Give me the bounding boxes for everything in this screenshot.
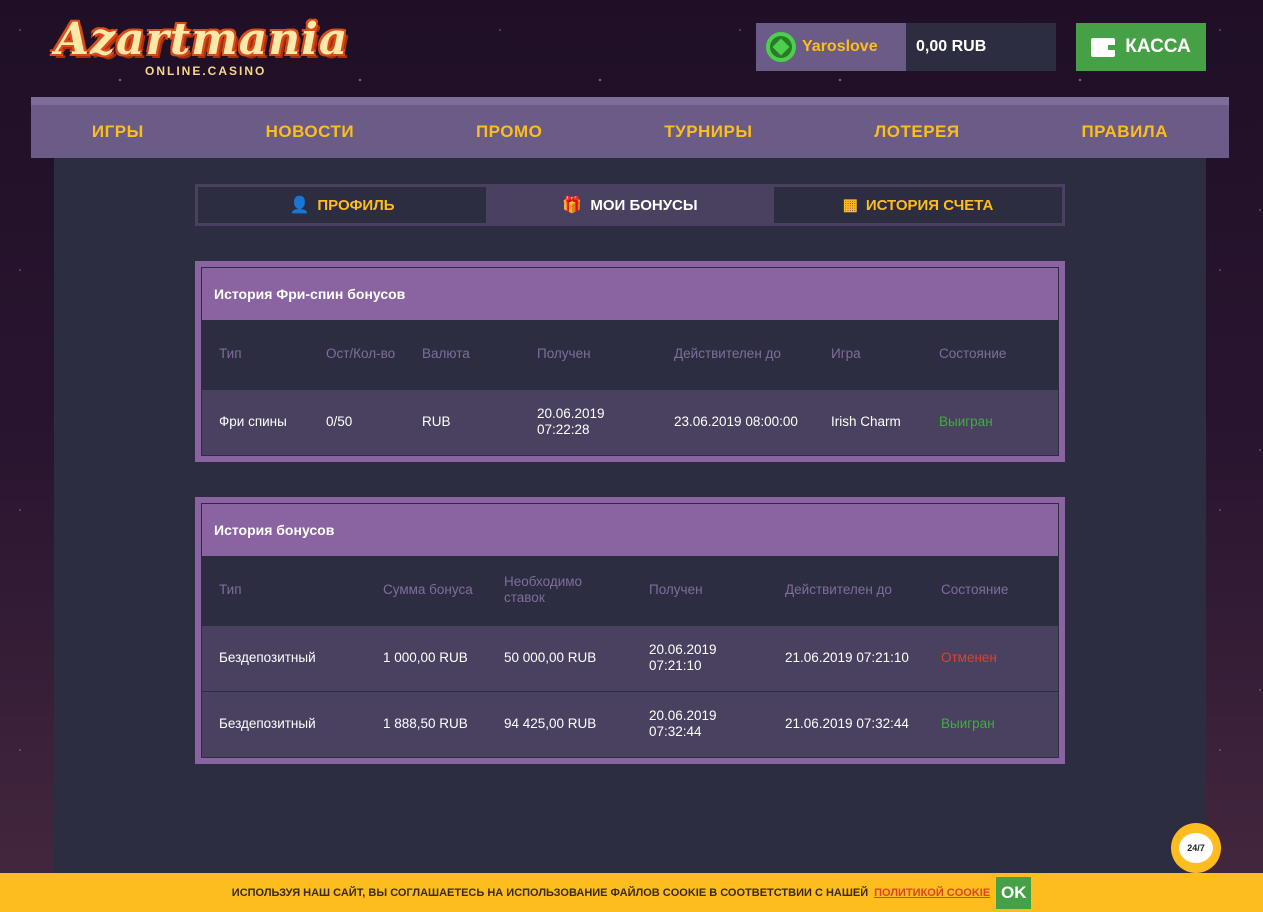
tab-label: МОИ БОНУСЫ (590, 196, 698, 214)
status-cell: Выигран (922, 388, 1058, 455)
table-row: Бездепозитный 1 000,00 RUB 50 000,00 RUB… (202, 624, 1058, 691)
col-header: Тип (202, 556, 366, 625)
kassa-label: КАССА (1125, 36, 1191, 57)
table-row: Бездепозитный 1 888,50 RUB 94 425,00 RUB… (202, 690, 1058, 757)
bonus-table: Тип Сумма бонуса Необходимо ставок Получ… (202, 556, 1058, 757)
tab-label: ПРОФИЛЬ (317, 196, 395, 214)
cell: Irish Charm (814, 388, 922, 455)
cell: 1 000,00 RUB (366, 624, 487, 691)
col-header: Тип (202, 320, 309, 389)
col-header: Состояние (924, 556, 1058, 625)
logo-text: Azartmania (55, 14, 349, 65)
wallet-icon (1091, 37, 1116, 57)
col-header: Состояние (922, 320, 1058, 389)
nav-lottery[interactable]: ЛОТЕРЕЯ (874, 122, 959, 142)
cookie-banner: ИСПОЛЬЗУЯ НАШ САЙТ, ВЫ СОГЛАШАЕТЕСЬ НА И… (0, 873, 1263, 912)
calculator-icon: ▦ (842, 197, 858, 214)
profile-tabs: 👤 ПРОФИЛЬ 🎁 МОИ БОНУСЫ ▦ ИСТОРИЯ СЧЕТА (195, 184, 1065, 226)
status-cell: Отменен (924, 624, 1058, 691)
cell: 50 000,00 RUB (487, 624, 632, 691)
tab-profile[interactable]: 👤 ПРОФИЛЬ (198, 187, 486, 223)
cell: 1 888,50 RUB (366, 690, 487, 757)
cell: 21.06.2019 07:32:44 (768, 690, 924, 757)
col-header: Ост/Кол-во (309, 320, 405, 389)
cell: 21.06.2019 07:21:10 (768, 624, 924, 691)
tab-my-bonuses[interactable]: 🎁 МОИ БОНУСЫ (486, 187, 774, 223)
col-header: Получен (520, 320, 657, 389)
cell: Фри спины (202, 388, 309, 455)
logo[interactable]: Azartmania ONLINE.CASINO (55, 14, 349, 84)
status-cell: Выигран (924, 690, 1058, 757)
nav-games[interactable]: ИГРЫ (92, 122, 144, 142)
freespin-table: Тип Ост/Кол-во Валюта Получен Действител… (202, 320, 1058, 455)
col-header: Сумма бонуса (366, 556, 487, 625)
cell: 20.06.2019 07:22:28 (520, 388, 657, 455)
cell: Бездепозитный (202, 690, 366, 757)
main-nav: ИГРЫ НОВОСТИ ПРОМО ТУРНИРЫ ЛОТЕРЕЯ ПРАВИ… (31, 97, 1229, 158)
col-header: Получен (632, 556, 768, 625)
username: Yaroslove (802, 38, 878, 55)
col-header: Игра (814, 320, 922, 389)
chat-label: 24/7 (1179, 833, 1213, 863)
chip-icon (766, 32, 796, 62)
cell: 20.06.2019 07:21:10 (632, 624, 768, 691)
user-account[interactable]: Yaroslove 0,00 RUB (756, 23, 1056, 71)
col-header: Действителен до (768, 556, 924, 625)
col-header: Необходимо ставок (487, 556, 632, 625)
cookie-text: ИСПОЛЬЗУЯ НАШ САЙТ, ВЫ СОГЛАШАЕТЕСЬ НА И… (231, 886, 869, 899)
cell: 0/50 (309, 388, 405, 455)
cell: 20.06.2019 07:32:44 (632, 690, 768, 757)
cell: 23.06.2019 08:00:00 (657, 388, 814, 455)
nav-rules[interactable]: ПРАВИЛА (1081, 122, 1168, 142)
balance: 0,00 RUB (906, 23, 1056, 71)
tab-account-history[interactable]: ▦ ИСТОРИЯ СЧЕТА (774, 187, 1062, 223)
nav-promo[interactable]: ПРОМО (476, 122, 542, 142)
nav-news[interactable]: НОВОСТИ (266, 122, 355, 142)
cell: Бездепозитный (202, 624, 366, 691)
user-icon: 👤 (289, 197, 310, 214)
col-header: Валюта (405, 320, 520, 389)
gift-icon: 🎁 (562, 197, 583, 214)
logo-subtitle: ONLINE.CASINO (145, 64, 267, 78)
cell: 94 425,00 RUB (487, 690, 632, 757)
freespin-history-panel: История Фри-спин бонусов Тип Ост/Кол-во … (195, 261, 1065, 462)
bonus-history-panel: История бонусов Тип Сумма бонуса Необход… (195, 497, 1065, 764)
tab-label: ИСТОРИЯ СЧЕТА (865, 196, 994, 214)
kassa-button[interactable]: КАССА (1076, 23, 1206, 71)
nav-tournaments[interactable]: ТУРНИРЫ (664, 122, 752, 142)
table-row: Фри спины 0/50 RUB 20.06.2019 07:22:28 2… (202, 388, 1058, 455)
cookie-policy-link[interactable]: ПОЛИТИКОЙ COOKIE (874, 887, 990, 899)
col-header: Действителен до (657, 320, 814, 389)
support-chat-button[interactable]: 24/7 (1171, 823, 1221, 873)
username-box[interactable]: Yaroslove (756, 23, 906, 71)
cell: RUB (405, 388, 520, 455)
cookie-ok-button[interactable]: OK (996, 876, 1032, 909)
panel-title: История бонусов (202, 504, 1058, 556)
panel-title: История Фри-спин бонусов (202, 268, 1058, 320)
